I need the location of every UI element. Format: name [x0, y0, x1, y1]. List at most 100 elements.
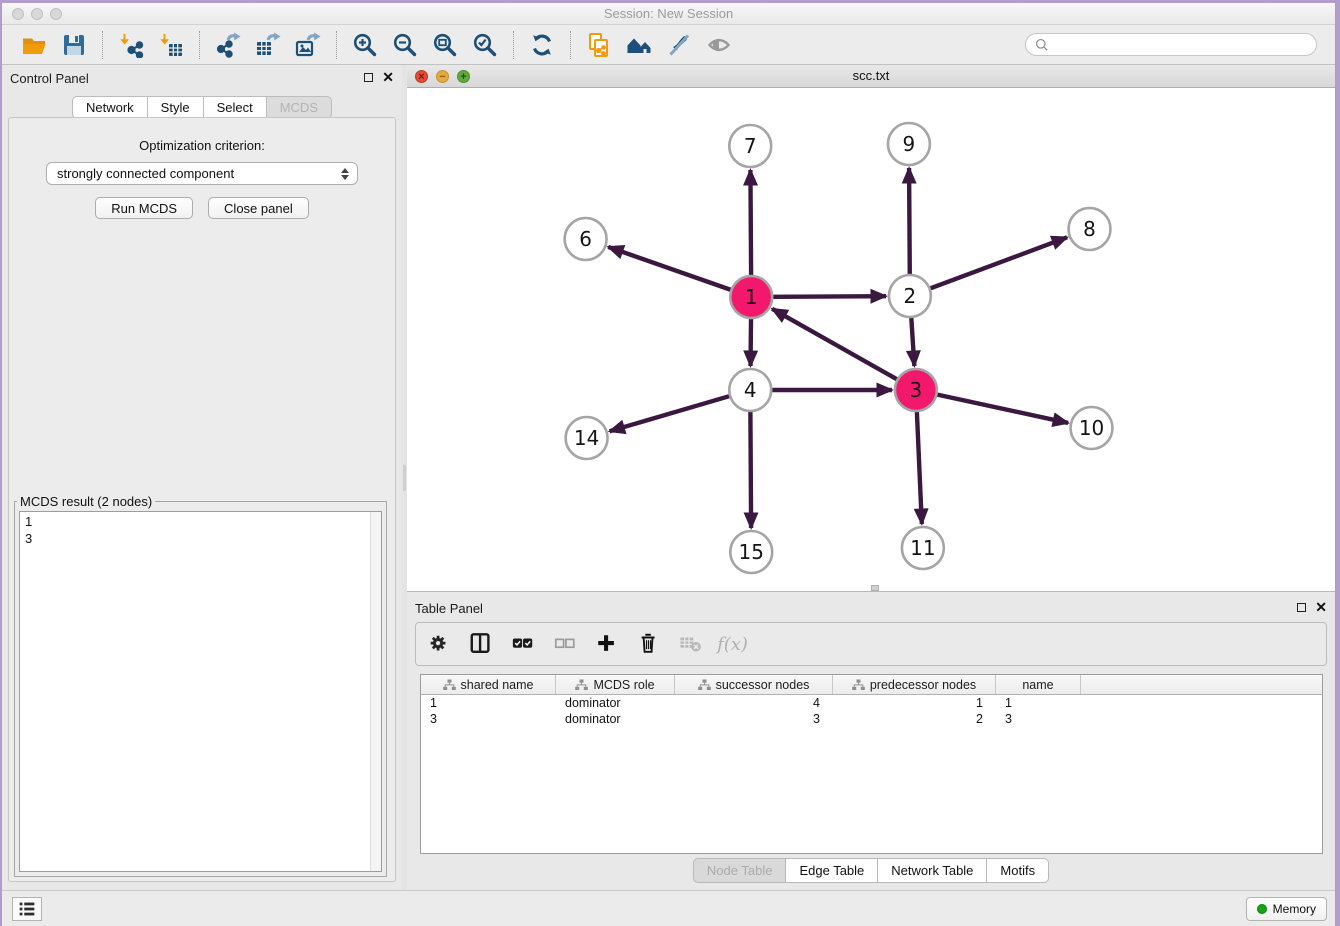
zoom-out-button[interactable] — [390, 30, 420, 60]
table-panel-float-icon[interactable] — [1297, 603, 1306, 612]
split-columns-button[interactable] — [468, 632, 493, 657]
refresh-network-button[interactable] — [527, 30, 557, 60]
open-session-icon — [21, 32, 47, 58]
node-label: 2 — [904, 284, 917, 308]
edge-3-10[interactable] — [937, 395, 1068, 423]
table-cell[interactable]: dominator — [556, 696, 675, 710]
edge-3-11[interactable] — [917, 412, 922, 524]
table-cell[interactable]: 3 — [421, 712, 556, 726]
mcds-result-textarea[interactable]: 13 — [19, 511, 382, 872]
graph-node-6[interactable]: 6 — [565, 218, 607, 260]
table-cell[interactable]: 4 — [675, 696, 833, 710]
delete-table-icon — [679, 632, 703, 656]
tab-motifs[interactable]: Motifs — [986, 858, 1049, 883]
window-minimize-button[interactable] — [31, 8, 43, 20]
zoom-fit-button[interactable] — [430, 30, 460, 60]
import-network-button[interactable] — [116, 30, 146, 60]
memory-button[interactable]: Memory — [1246, 897, 1327, 921]
search-input[interactable] — [1050, 38, 1308, 52]
control-panel-close-icon[interactable]: ✕ — [382, 71, 394, 83]
birds-eye-button[interactable] — [704, 30, 734, 60]
zoom-in-button[interactable] — [350, 30, 380, 60]
table-cell[interactable]: 3 — [675, 712, 833, 726]
edge-1-2[interactable] — [773, 296, 886, 297]
edge-1-7[interactable] — [750, 170, 751, 275]
optimization-criterion-select[interactable]: strongly connected component — [46, 162, 358, 185]
tab-edge-table[interactable]: Edge Table — [785, 858, 878, 883]
edge-1-6[interactable] — [608, 247, 730, 290]
table-cell[interactable]: 2 — [833, 712, 996, 726]
deselect-all-button[interactable] — [552, 632, 577, 657]
column-header-predecessor-nodes[interactable]: predecessor nodes — [833, 675, 996, 694]
window-zoom-button[interactable] — [50, 8, 62, 20]
edge-3-1[interactable] — [772, 309, 897, 379]
edge-2-9[interactable] — [909, 168, 910, 274]
home-view-button[interactable] — [624, 30, 654, 60]
edge-4-15[interactable] — [750, 412, 751, 528]
node-label: 15 — [739, 540, 764, 564]
tab-select[interactable]: Select — [203, 96, 267, 119]
column-header-MCDS-role[interactable]: MCDS role — [556, 675, 675, 694]
control-panel-float-icon[interactable] — [364, 73, 373, 82]
edge-4-14[interactable] — [610, 396, 730, 431]
graph-node-3[interactable]: 3 — [895, 369, 937, 411]
table-cell[interactable]: 1 — [421, 696, 556, 710]
tab-node-table[interactable]: Node Table — [693, 858, 787, 883]
graph-node-11[interactable]: 11 — [902, 527, 944, 569]
result-scrollbar[interactable] — [370, 512, 381, 871]
run-mcds-button[interactable]: Run MCDS — [95, 197, 193, 219]
graph-node-14[interactable]: 14 — [566, 417, 608, 459]
control-panel-title: Control Panel — [10, 71, 89, 86]
delete-table-button[interactable] — [678, 632, 703, 657]
clone-network-button[interactable] — [584, 30, 614, 60]
table-cell[interactable]: dominator — [556, 712, 675, 726]
close-panel-button[interactable]: Close panel — [208, 197, 309, 219]
column-header-shared-name[interactable]: shared name — [421, 675, 556, 694]
export-table-button[interactable] — [253, 30, 283, 60]
tab-network[interactable]: Network — [72, 96, 148, 119]
canvas-resize-grip[interactable] — [871, 585, 879, 591]
table-cell[interactable]: 1 — [833, 696, 996, 710]
table-panel-close-icon[interactable]: ✕ — [1315, 601, 1327, 613]
graph-node-1[interactable]: 1 — [730, 276, 772, 318]
edge-2-3[interactable] — [911, 318, 914, 366]
tab-style[interactable]: Style — [147, 96, 204, 119]
export-image-button[interactable] — [293, 30, 323, 60]
tab-mcds[interactable]: MCDS — [266, 96, 332, 119]
graph-node-7[interactable]: 7 — [729, 125, 771, 167]
function-builder-button[interactable]: f(x) — [720, 632, 745, 657]
delete-row-button[interactable] — [636, 632, 661, 657]
graph-node-15[interactable]: 15 — [730, 531, 772, 573]
network-window-zoom-button[interactable]: + — [457, 70, 470, 83]
window-close-button[interactable] — [12, 8, 24, 20]
node-label: 9 — [903, 132, 916, 156]
edge-1-4[interactable] — [751, 319, 752, 366]
graph-node-9[interactable]: 9 — [888, 123, 930, 165]
import-table-button[interactable] — [156, 30, 186, 60]
edge-2-8[interactable] — [930, 237, 1067, 288]
tab-network-table[interactable]: Network Table — [877, 858, 987, 883]
refresh-network-icon — [529, 32, 555, 58]
graph-node-2[interactable]: 2 — [889, 275, 931, 317]
zoom-selected-icon — [472, 32, 498, 58]
open-session-button[interactable] — [19, 30, 49, 60]
export-network-button[interactable] — [213, 30, 243, 60]
column-header-name[interactable]: name — [996, 675, 1081, 694]
zoom-selected-button[interactable] — [470, 30, 500, 60]
graph-node-10[interactable]: 10 — [1071, 407, 1113, 449]
save-session-button[interactable] — [59, 30, 89, 60]
graph-node-8[interactable]: 8 — [1069, 208, 1111, 250]
split-columns-icon — [469, 632, 493, 656]
graph-node-4[interactable]: 4 — [729, 369, 771, 411]
graphics-details-button[interactable] — [664, 30, 694, 60]
table-cell[interactable]: 1 — [996, 696, 1081, 710]
select-all-button[interactable] — [510, 632, 535, 657]
task-history-button[interactable] — [12, 897, 42, 921]
table-cell[interactable]: 3 — [996, 712, 1081, 726]
network-window-close-button[interactable]: × — [415, 70, 428, 83]
network-window-minimize-button[interactable]: − — [436, 70, 449, 83]
gear-button[interactable] — [426, 632, 451, 657]
add-row-button[interactable] — [594, 632, 619, 657]
network-canvas[interactable]: 7 9 6 8 1 2 4 3 14 10 15 11 — [407, 88, 1335, 591]
column-header-successor-nodes[interactable]: successor nodes — [675, 675, 833, 694]
